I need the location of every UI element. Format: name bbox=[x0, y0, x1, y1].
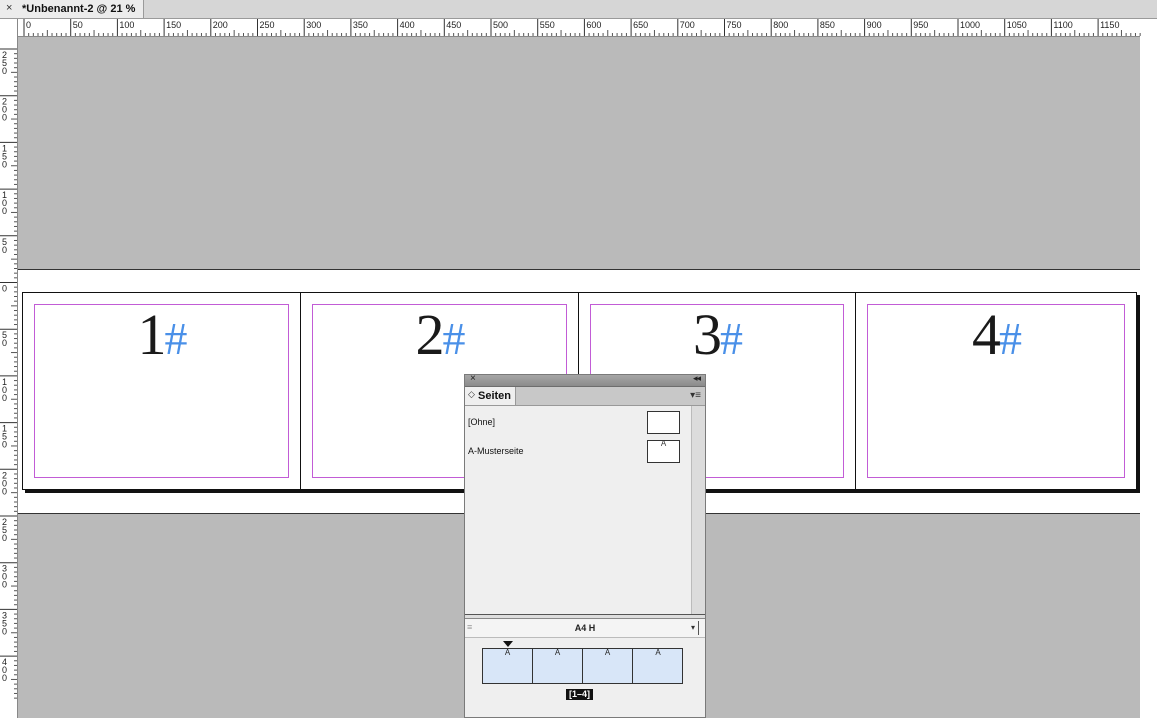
page-number-marker: # bbox=[442, 313, 466, 364]
page-size-row[interactable]: ≡ A4 H ▾ bbox=[465, 619, 705, 638]
ruler-label: 0 bbox=[2, 440, 7, 450]
master-prefix-badge: A bbox=[660, 439, 667, 448]
spread-indicator-icon bbox=[503, 641, 513, 647]
document-tab-bar: × *Unbenannt-2 @ 21 % bbox=[0, 0, 1157, 19]
ruler-label: 350 bbox=[353, 20, 368, 30]
ruler-label: 500 bbox=[493, 20, 508, 30]
ruler-label: 250 bbox=[260, 20, 275, 30]
page-thumbnail-2[interactable]: A bbox=[533, 648, 583, 683]
panel-menu-icon[interactable]: ▾≡ bbox=[690, 390, 701, 401]
vertical-ruler[interactable]: 25020015010050050100150200250300350400 bbox=[0, 19, 18, 718]
page-thumbnail-3[interactable]: A bbox=[583, 648, 633, 683]
page-number-text[interactable]: 1# bbox=[23, 305, 300, 369]
ruler-label: 650 bbox=[633, 20, 648, 30]
pages-panel: × ◂◂ ◇ Seiten ▾≡ [Ohne] A-Musterseite A … bbox=[464, 373, 706, 718]
master-thumbnail[interactable] bbox=[647, 411, 680, 434]
page-number: 1 bbox=[137, 302, 167, 367]
ruler-label: 0 bbox=[2, 159, 7, 169]
divider-line bbox=[698, 621, 699, 635]
ruler-label: 0 bbox=[2, 206, 7, 216]
master-label: A-Musterseite bbox=[468, 446, 524, 456]
ruler-label: 300 bbox=[306, 20, 321, 30]
ruler-label: 0 bbox=[2, 580, 7, 590]
vertical-scrollbar-track[interactable] bbox=[1140, 36, 1157, 718]
master-pages-list: [Ohne] A-Musterseite A bbox=[465, 406, 690, 614]
master-label: [Ohne] bbox=[468, 417, 496, 427]
page-size-label: A4 H bbox=[574, 623, 596, 633]
ruler-label: 150 bbox=[166, 20, 181, 30]
ruler-label: 0 bbox=[2, 533, 7, 543]
ruler-label: 950 bbox=[913, 20, 928, 30]
ruler-label: 0 bbox=[2, 66, 7, 76]
vertical-ruler-ticks: 25020015010050050100150200250300350400 bbox=[0, 48, 17, 699]
page-1[interactable]: 1# bbox=[23, 293, 301, 489]
ruler-label: 0 bbox=[2, 393, 7, 403]
ruler-label: 850 bbox=[820, 20, 835, 30]
tab-label: Seiten bbox=[478, 390, 512, 402]
ruler-label: 1150 bbox=[1100, 20, 1119, 30]
close-tab-icon[interactable]: × bbox=[6, 2, 12, 14]
page-number-text[interactable]: 4# bbox=[856, 305, 1136, 369]
page-number-marker: # bbox=[720, 313, 743, 364]
page-number-marker: # bbox=[999, 313, 1022, 364]
ruler-label: 50 bbox=[73, 20, 83, 30]
ruler-label: 0 bbox=[2, 338, 7, 348]
tab-expand-icon: ◇ bbox=[468, 389, 475, 399]
ruler-label: 900 bbox=[867, 20, 882, 30]
ruler-label: 1050 bbox=[1007, 20, 1027, 30]
ruler-label: 450 bbox=[446, 20, 461, 30]
page-number-text[interactable]: 2# bbox=[301, 305, 578, 369]
ruler-label: 400 bbox=[400, 20, 415, 30]
ruler-label: 0 bbox=[2, 626, 7, 636]
ruler-label: 0 bbox=[2, 673, 7, 683]
ruler-label: 600 bbox=[586, 20, 601, 30]
spread-range-label: [1–4] bbox=[566, 689, 594, 700]
ruler-label: 800 bbox=[773, 20, 788, 30]
ruler-label: 100 bbox=[119, 20, 134, 30]
page-number-marker: # bbox=[164, 313, 188, 364]
ruler-label: 1100 bbox=[1053, 20, 1072, 30]
page-thumbnail-4[interactable]: A bbox=[633, 648, 683, 683]
document-tab-title: *Unbenannt-2 @ 21 % bbox=[22, 3, 136, 15]
master-prefix-badge: A bbox=[655, 648, 661, 657]
page-number: 2 bbox=[415, 302, 445, 367]
page-thumbnail-1[interactable]: A bbox=[483, 648, 533, 683]
panel-titlebar[interactable]: × ◂◂ bbox=[465, 373, 705, 387]
page-number: 3 bbox=[693, 302, 722, 367]
document-tab[interactable]: × *Unbenannt-2 @ 21 % bbox=[0, 0, 144, 18]
ruler-label: 0 bbox=[2, 245, 7, 255]
master-prefix-badge: A bbox=[554, 648, 561, 657]
ruler-label: 200 bbox=[213, 20, 228, 30]
chevron-down-icon[interactable]: ▾ bbox=[691, 623, 695, 632]
ruler-label: 0 bbox=[2, 284, 7, 294]
collapse-panel-icon[interactable]: ◂◂ bbox=[693, 373, 701, 384]
ruler-label: 700 bbox=[680, 20, 695, 30]
master-thumbnail[interactable]: A bbox=[647, 439, 680, 463]
ruler-label: 1000 bbox=[960, 20, 980, 30]
ruler-label: 0 bbox=[26, 20, 31, 30]
master-list-scrollbar[interactable] bbox=[691, 406, 705, 614]
panel-tab-row: ◇ Seiten ▾≡ bbox=[465, 387, 705, 406]
horizontal-ruler[interactable]: 0 50 100 150 200 250 300 350 400 450 500 550 600 650 7… bbox=[18, 19, 1157, 37]
page-4[interactable]: 4# bbox=[856, 293, 1136, 489]
master-prefix-badge: A bbox=[604, 648, 611, 657]
ruler-label: 750 bbox=[727, 20, 742, 30]
page-number-text[interactable]: 3# bbox=[579, 305, 855, 369]
tab-seiten[interactable]: ◇ Seiten bbox=[465, 387, 516, 405]
master-item-none[interactable]: [Ohne] bbox=[468, 409, 690, 435]
ruler-label: 550 bbox=[540, 20, 555, 30]
page-number: 4 bbox=[972, 302, 1001, 367]
spread-thumbnail[interactable]: A A A A bbox=[482, 648, 683, 684]
master-item-a[interactable]: A-Musterseite A bbox=[468, 438, 690, 464]
close-panel-icon[interactable]: × bbox=[470, 373, 476, 384]
ruler-label: 0 bbox=[2, 486, 7, 496]
horizontal-ruler-ticks: 0 50 100 150 200 250 300 350 400 450 500 550 600 650 7… bbox=[23, 19, 1141, 36]
ruler-label: 0 bbox=[2, 113, 7, 123]
master-prefix-badge: A bbox=[504, 648, 511, 657]
